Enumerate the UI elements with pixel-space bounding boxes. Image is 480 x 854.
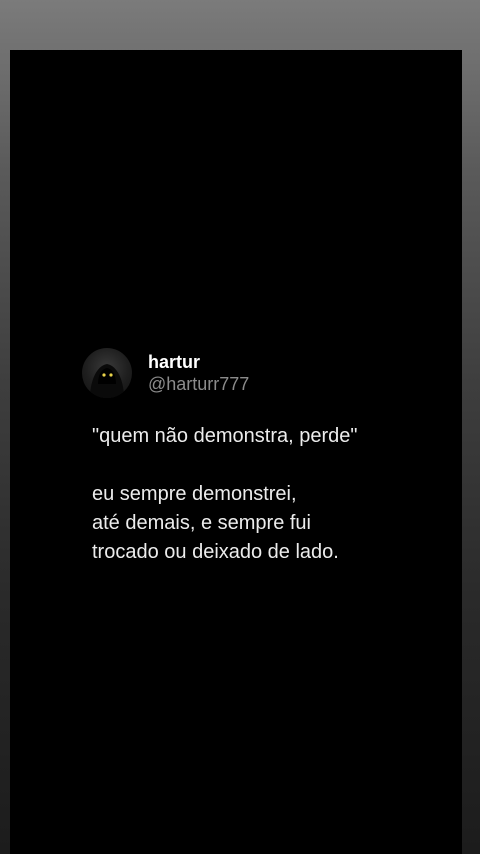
avatar[interactable] (82, 348, 132, 398)
tweet-line: trocado ou deixado de lado. (92, 541, 339, 563)
tweet-line: até demais, e sempre fui (92, 512, 311, 534)
tweet-line: eu sempre demonstrei, (92, 483, 297, 505)
tweet-header: hartur @harturr777 (82, 348, 452, 398)
hooded-figure-icon (90, 364, 124, 398)
tweet-author: hartur @harturr777 (148, 351, 249, 395)
display-name[interactable]: hartur (148, 351, 249, 373)
tweet-quote-line: "quem não demonstra, perde" (92, 425, 358, 447)
tweet-card: hartur @harturr777 "quem não demonstra, … (82, 348, 452, 567)
tweet-text: "quem não demonstra, perde" eu sempre de… (92, 422, 452, 567)
user-handle[interactable]: @harturr777 (148, 373, 249, 395)
